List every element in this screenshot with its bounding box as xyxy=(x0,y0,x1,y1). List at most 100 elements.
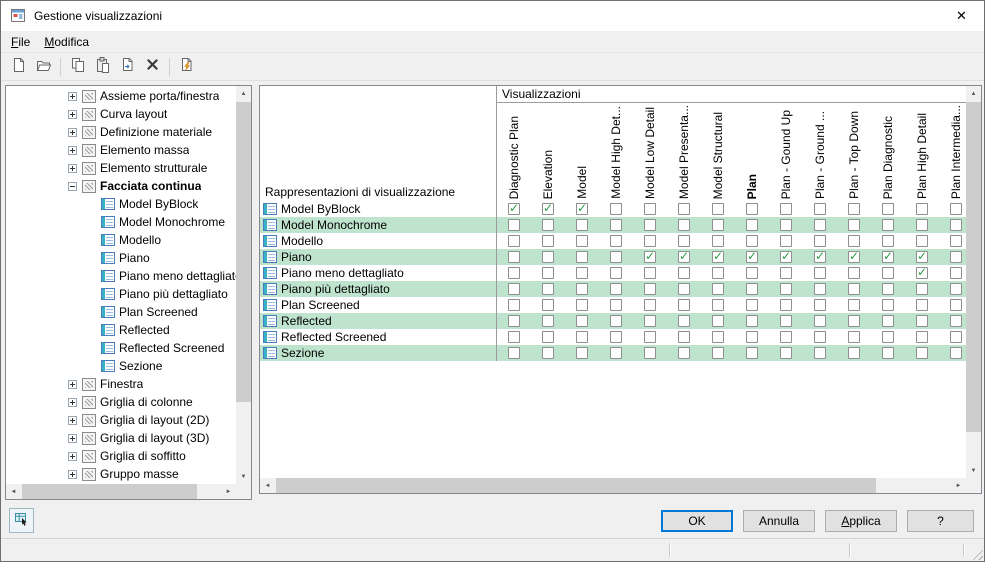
checkbox[interactable] xyxy=(542,251,554,263)
checkbox[interactable] xyxy=(644,331,656,343)
checkbox[interactable] xyxy=(712,331,724,343)
checkbox[interactable] xyxy=(508,201,520,215)
checkbox[interactable] xyxy=(848,283,860,295)
tree-child-item[interactable]: Model ByBlock xyxy=(6,195,236,213)
paste-button[interactable] xyxy=(91,56,114,78)
checkbox[interactable] xyxy=(746,267,758,279)
checkbox[interactable] xyxy=(610,219,622,231)
checkbox[interactable] xyxy=(780,203,792,215)
checkbox[interactable] xyxy=(678,235,690,247)
expand-icon[interactable] xyxy=(68,469,77,479)
tree-child-item[interactable]: Piano meno dettagliato xyxy=(6,267,236,285)
tree-child-item[interactable]: Plan Screened xyxy=(6,303,236,321)
tree-item[interactable]: Griglia di soffitto xyxy=(6,447,236,465)
checkbox[interactable] xyxy=(814,203,826,215)
checkbox[interactable] xyxy=(780,331,792,343)
checkbox[interactable] xyxy=(780,347,792,359)
checkbox[interactable] xyxy=(916,235,928,247)
table-row[interactable]: Model Monochrome xyxy=(260,217,966,233)
checkbox[interactable] xyxy=(780,315,792,327)
checkbox[interactable] xyxy=(508,283,520,295)
column-header[interactable]: Plan High Detail xyxy=(905,103,939,201)
tree-child-item[interactable]: Sezione xyxy=(6,357,236,375)
delete-button[interactable] xyxy=(141,56,164,78)
checkbox[interactable] xyxy=(814,219,826,231)
checkbox[interactable] xyxy=(746,331,758,343)
checkbox[interactable] xyxy=(678,331,690,343)
checkbox[interactable] xyxy=(916,249,928,263)
checkbox[interactable] xyxy=(542,315,554,327)
checkbox[interactable] xyxy=(916,315,928,327)
expand-icon[interactable] xyxy=(68,451,77,461)
checkbox[interactable] xyxy=(712,203,724,215)
checkbox[interactable] xyxy=(678,203,690,215)
checkbox[interactable] xyxy=(712,249,724,263)
tree-child-item[interactable]: Reflected Screened xyxy=(6,339,236,357)
checkbox[interactable] xyxy=(916,283,928,295)
checkbox[interactable] xyxy=(814,315,826,327)
checkbox[interactable] xyxy=(576,331,588,343)
checkbox[interactable] xyxy=(950,203,962,215)
paste-special-button[interactable] xyxy=(116,56,139,78)
checkbox[interactable] xyxy=(882,299,894,311)
checkbox[interactable] xyxy=(678,283,690,295)
table-row[interactable]: Reflected xyxy=(260,313,966,329)
checkbox[interactable] xyxy=(644,283,656,295)
table-horizontal-scrollbar[interactable] xyxy=(260,478,966,493)
checkbox[interactable] xyxy=(644,249,656,263)
checkbox[interactable] xyxy=(508,347,520,359)
tree-item[interactable]: Facciata continua xyxy=(6,177,236,195)
checkbox[interactable] xyxy=(644,203,656,215)
close-button[interactable]: ✕ xyxy=(939,1,984,30)
checkbox[interactable] xyxy=(882,267,894,279)
tree-item[interactable]: Assieme porta/finestra xyxy=(6,87,236,105)
checkbox[interactable] xyxy=(746,219,758,231)
tree-vertical-scrollbar[interactable] xyxy=(236,86,251,484)
checkbox[interactable] xyxy=(712,347,724,359)
checkbox[interactable] xyxy=(712,315,724,327)
tree-child-item[interactable]: Piano più dettagliato xyxy=(6,285,236,303)
checkbox[interactable] xyxy=(746,283,758,295)
checkbox[interactable] xyxy=(848,219,860,231)
checkbox[interactable] xyxy=(882,347,894,359)
checkbox[interactable] xyxy=(950,283,962,295)
checkbox[interactable] xyxy=(678,267,690,279)
checkbox[interactable] xyxy=(644,299,656,311)
checkbox[interactable] xyxy=(576,251,588,263)
checkbox[interactable] xyxy=(678,219,690,231)
checkbox[interactable] xyxy=(746,203,758,215)
checkbox[interactable] xyxy=(814,283,826,295)
checkbox[interactable] xyxy=(678,315,690,327)
checkbox[interactable] xyxy=(780,219,792,231)
expand-icon[interactable] xyxy=(68,127,77,137)
copy-button[interactable] xyxy=(66,56,89,78)
checkbox[interactable] xyxy=(678,299,690,311)
column-header[interactable]: Plan xyxy=(735,103,769,201)
checkbox[interactable] xyxy=(746,347,758,359)
checkbox[interactable] xyxy=(576,347,588,359)
checkbox[interactable] xyxy=(780,235,792,247)
checkbox[interactable] xyxy=(542,347,554,359)
column-header[interactable]: Plan - Gound Up xyxy=(769,103,803,201)
checkbox[interactable] xyxy=(916,331,928,343)
scroll-up-icon[interactable] xyxy=(966,86,981,101)
expand-icon[interactable] xyxy=(68,163,77,173)
checkbox[interactable] xyxy=(848,347,860,359)
checkbox[interactable] xyxy=(950,219,962,231)
checkbox[interactable] xyxy=(950,299,962,311)
checkbox[interactable] xyxy=(780,249,792,263)
checkbox[interactable] xyxy=(780,299,792,311)
expand-icon[interactable] xyxy=(68,109,77,119)
checkbox[interactable] xyxy=(508,219,520,231)
collapse-icon[interactable] xyxy=(68,181,77,191)
checkbox[interactable] xyxy=(950,251,962,263)
column-header[interactable]: Plan - Top Down xyxy=(837,103,871,201)
scroll-left-icon[interactable] xyxy=(260,478,275,493)
column-header[interactable]: Model Presenta... xyxy=(667,103,701,201)
checkbox[interactable] xyxy=(542,219,554,231)
table-row[interactable]: Model ByBlock xyxy=(260,201,966,217)
new-button[interactable] xyxy=(7,56,30,78)
expand-icon[interactable] xyxy=(68,145,77,155)
checkbox[interactable] xyxy=(916,299,928,311)
checkbox[interactable] xyxy=(610,315,622,327)
